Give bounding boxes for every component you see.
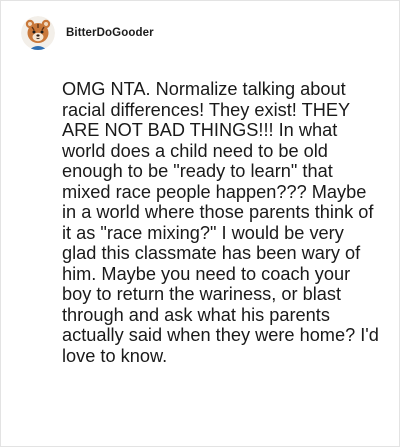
comment-header: BitterDoGooder xyxy=(21,15,154,51)
comment-card: BitterDoGooder OMG NTA. Normalize talkin… xyxy=(0,0,400,447)
username[interactable]: BitterDoGooder xyxy=(66,27,154,39)
comment-body: OMG NTA. Normalize talking about racial … xyxy=(62,79,379,366)
bear-avatar-icon[interactable] xyxy=(21,16,55,50)
